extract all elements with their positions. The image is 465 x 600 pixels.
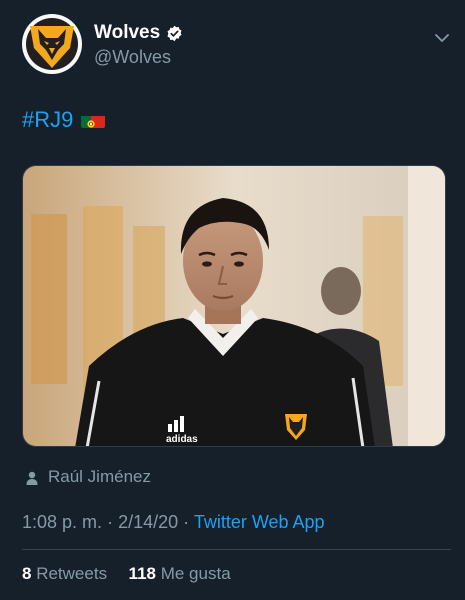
verified-badge-icon [166, 25, 183, 42]
hashtag-link[interactable]: #RJ9 [22, 107, 73, 133]
tweet-meta: 1:08 p. m. · 2/14/20 · Twitter Web App [22, 512, 325, 533]
tweet-time[interactable]: 1:08 p. m. [22, 512, 102, 532]
avatar[interactable] [22, 14, 82, 74]
chevron-down-icon[interactable] [435, 30, 449, 42]
tweet-text: #RJ9 [22, 107, 106, 133]
display-name-text: Wolves [94, 22, 161, 43]
tweet-stats: 8 Retweets 118 Me gusta [22, 564, 231, 584]
tweet-photo[interactable]: adidas [22, 165, 446, 447]
player-photo: adidas [23, 166, 445, 446]
source-link[interactable]: Twitter Web App [194, 512, 325, 532]
svg-text:adidas: adidas [166, 434, 198, 445]
tagged-user[interactable]: Raúl Jiménez [26, 467, 151, 487]
likes-count: 118 [128, 564, 156, 583]
meta-separator: · [107, 512, 114, 532]
handle[interactable]: @Wolves [94, 47, 171, 68]
tweet-date[interactable]: 2/14/20 [118, 512, 178, 532]
retweets-stat[interactable]: 8 Retweets [22, 564, 112, 583]
retweets-label: Retweets [36, 564, 108, 583]
likes-label: Me gusta [160, 564, 231, 583]
divider [22, 549, 451, 550]
display-name[interactable]: Wolves [94, 22, 183, 44]
user-icon [26, 470, 38, 485]
likes-stat[interactable]: 118 Me gusta [129, 564, 231, 583]
wolves-crest-logo [26, 18, 78, 70]
tagged-user-name: Raúl Jiménez [48, 467, 151, 486]
portugal-flag-icon [81, 112, 106, 128]
tweet-card: Wolves @Wolves #RJ9 adidas Raúl Jiménez … [0, 0, 465, 600]
retweets-count: 8 [22, 564, 32, 583]
meta-separator: · [183, 512, 190, 532]
